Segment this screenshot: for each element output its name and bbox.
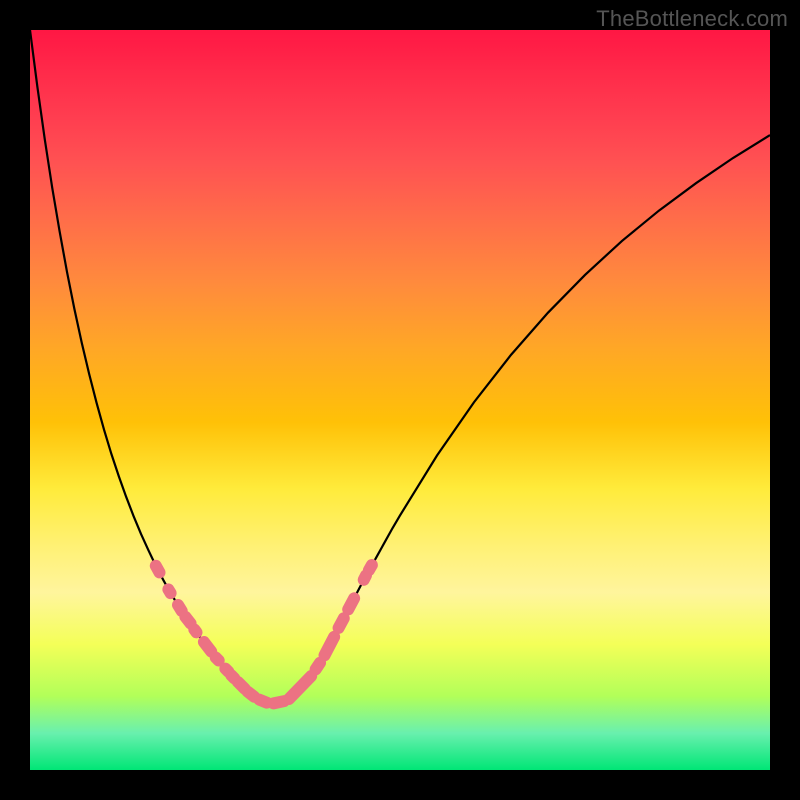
highlight-segment [369,565,372,570]
highlight-segment [194,629,196,632]
chart-svg [30,30,770,770]
highlight-segment [178,605,182,611]
watermark-text: TheBottleneck.com [596,6,788,32]
highlight-segments [156,565,372,703]
highlight-segment [364,575,366,579]
plot-area [30,30,770,770]
highlight-segment [248,692,255,697]
highlight-segment [156,566,160,573]
highlight-segment [259,700,266,703]
highlight-segment [204,642,211,652]
highlight-segment [185,617,190,624]
highlight-segment [348,598,354,609]
highlight-segment [273,701,283,703]
highlight-segment [316,663,320,670]
highlight-segment [339,618,344,628]
highlight-segment [168,589,170,593]
chart-frame: TheBottleneck.com [0,0,800,800]
bottleneck-curve [30,30,770,703]
highlight-segment [216,658,219,661]
highlight-segment [289,676,311,699]
highlight-segment [325,637,335,656]
